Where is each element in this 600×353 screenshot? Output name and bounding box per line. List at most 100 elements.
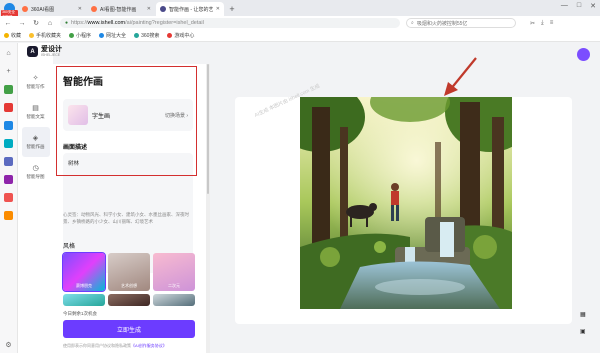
browser-tab[interactable]: 360AI看图 ✕ [18,2,86,16]
style-tile[interactable] [63,294,105,306]
tab-label: 360AI看图 [31,6,55,13]
window-controls: — □ ✕ [561,2,596,10]
style-tile[interactable] [153,294,195,306]
document-icon: ▤ [32,105,39,112]
agreement-label: 使用即表示你同意用户协议和隐私政策 [63,343,131,348]
bookmark-label: 小程序 [76,33,92,39]
style-label: 二次元 [168,283,180,288]
extension-icon[interactable]: ✂ [530,20,535,27]
tab-favicon-icon [160,6,166,12]
grid-icon[interactable]: ▣ [580,328,586,335]
nav-label: 智能作画 [26,144,45,149]
style-tile[interactable]: 赛博朋克 [62,252,106,292]
app-icon[interactable] [4,175,13,184]
tab-close-icon[interactable]: ✕ [78,6,82,12]
browser-sidebar: ⌂ + ⚙ [0,43,18,353]
back-icon[interactable]: ← [4,20,12,27]
style-tile[interactable] [108,294,150,306]
bookmark-bar: 收藏 手机收藏夹 小程序 网址大全 360搜索 游戏中心 [0,30,600,42]
scrollbar-thumb[interactable] [207,64,209,194]
reload-icon[interactable]: ↻ [32,19,40,27]
search-icon: ⌕ [411,20,414,26]
menu-icon[interactable]: ≡ [550,20,554,27]
bookmark-item[interactable]: 360搜索 [134,32,159,39]
browser-tab[interactable]: AI看图-智能作画 ✕ [87,2,155,16]
browser-search-input[interactable]: ⌕ 吸烟和火药被控制55亿 [406,18,516,28]
agreement-link[interactable]: 《AI创作服务协议》 [131,343,167,348]
nav-item-painting[interactable]: ◈ 智能作画 [21,127,50,157]
forest-painting-image [300,97,512,309]
search-icon [134,33,140,38]
logo-icon: A [27,46,38,57]
nav-item-writing[interactable]: ✧ 智能写作 [22,67,50,97]
app-icon[interactable] [4,193,13,202]
url-input[interactable]: ● https://www.ishell.com/ai/painting?reg… [60,18,400,28]
browser-toolbar-icons: ✂ ⤓ ≡ [530,20,553,27]
app-nav: ✧ 智能写作 ▤ 智能文案 ◈ 智能作画 ◷ 智能导图 [18,43,53,353]
new-tab-button[interactable]: + [225,2,239,16]
style-label: 风格 [63,244,76,250]
close-window-icon[interactable]: ✕ [590,2,596,10]
agreement-text: 使用即表示你同意用户协议和隐私政策《AI创作服务协议》 [63,343,203,349]
mindmap-icon: ◷ [32,165,39,172]
bookmark-item[interactable]: 手机收藏夹 [29,32,61,39]
minimize-icon[interactable]: — [561,2,568,10]
nav-label: 智能文案 [26,114,45,119]
gear-icon[interactable]: ⚙ [4,340,13,349]
generated-artwork[interactable] [300,97,512,309]
nav-item-mindmap[interactable]: ◷ 智能导图 [22,157,50,187]
bookmark-item[interactable]: 小程序 [69,32,91,39]
tab-close-icon[interactable]: ✕ [147,6,151,12]
nav-label: 智能导图 [26,174,45,179]
nav-item-copy[interactable]: ▤ 智能文案 [22,97,50,127]
app-icon[interactable] [4,157,13,166]
style-tile[interactable]: 艺术创想 [108,253,150,291]
browser-tab-bar: 360安全浏览器 360AI看图 ✕ AI看图-智能作画 ✕ 智能作画 - 让您… [0,0,600,20]
sparkle-icon: ✧ [32,75,39,82]
game-icon [167,33,173,38]
style-tile[interactable]: 二次元 [153,253,195,291]
qrcode-icon[interactable]: ▦ [580,311,586,318]
lock-icon: ● [65,20,69,26]
bookmark-item[interactable]: 收藏 [4,32,21,39]
app-icon[interactable] [4,139,13,148]
home-icon[interactable]: ⌂ [46,20,54,27]
forward-icon[interactable]: → [18,20,26,27]
bookmark-item[interactable]: 游戏中心 [167,32,194,39]
plus-icon[interactable]: + [4,67,13,76]
search-placeholder: 吸烟和火药被控制55亿 [416,20,468,27]
tab-favicon-icon [91,6,97,12]
tab-close-icon[interactable]: ✕ [216,6,220,12]
brand-subtitle: ISHELJECE [41,53,61,57]
brand-logo[interactable]: A 爱设计 ISHELJECE [27,46,62,57]
bookmark-label: 手机收藏夹 [36,33,62,39]
brand-name: 爱设计 [41,46,62,53]
style-label: 赛博朋克 [76,283,92,288]
folder-icon [29,33,35,38]
maximize-icon[interactable]: □ [577,2,581,10]
remaining-count: 今日剩余1次机会 [63,311,98,316]
generate-button[interactable]: 立即生成 [63,320,195,338]
web-icon [99,33,105,38]
bookmark-label: 360搜索 [141,33,160,39]
app-icon[interactable] [4,103,13,112]
address-bar: ← → ↻ ⌂ ● https://www.ishell.com/ai/pain… [0,16,600,30]
style-label: 艺术创想 [121,283,137,288]
url-path: /ai/painting?register=ishel_detail [125,20,204,26]
app-icon[interactable] [4,85,13,94]
browser-tab-active[interactable]: 智能作画 - 让您的艺术创作更... ✕ [156,2,224,16]
bookmark-label: 网址大全 [106,33,127,39]
bookmark-item[interactable]: 网址大全 [99,32,126,39]
browser-logo[interactable]: 360安全浏览器 [0,0,18,20]
app-icon[interactable] [4,121,13,130]
palette-icon: ◈ [32,135,39,142]
panel-scrollbar[interactable] [206,64,210,353]
home-icon[interactable]: ⌂ [4,49,13,58]
bookmark-label: 收藏 [11,33,22,39]
download-icon[interactable]: ⤓ [541,20,544,27]
highlight-box [56,66,197,176]
avatar[interactable] [577,48,590,61]
prompt-hint: 心灵签：动物风光、科学小女、建筑小女、水墨丝画家、深夜时景、乡镇桥路的小少女、山… [63,212,189,224]
tab-favicon-icon [22,6,28,12]
app-icon[interactable] [4,211,13,220]
